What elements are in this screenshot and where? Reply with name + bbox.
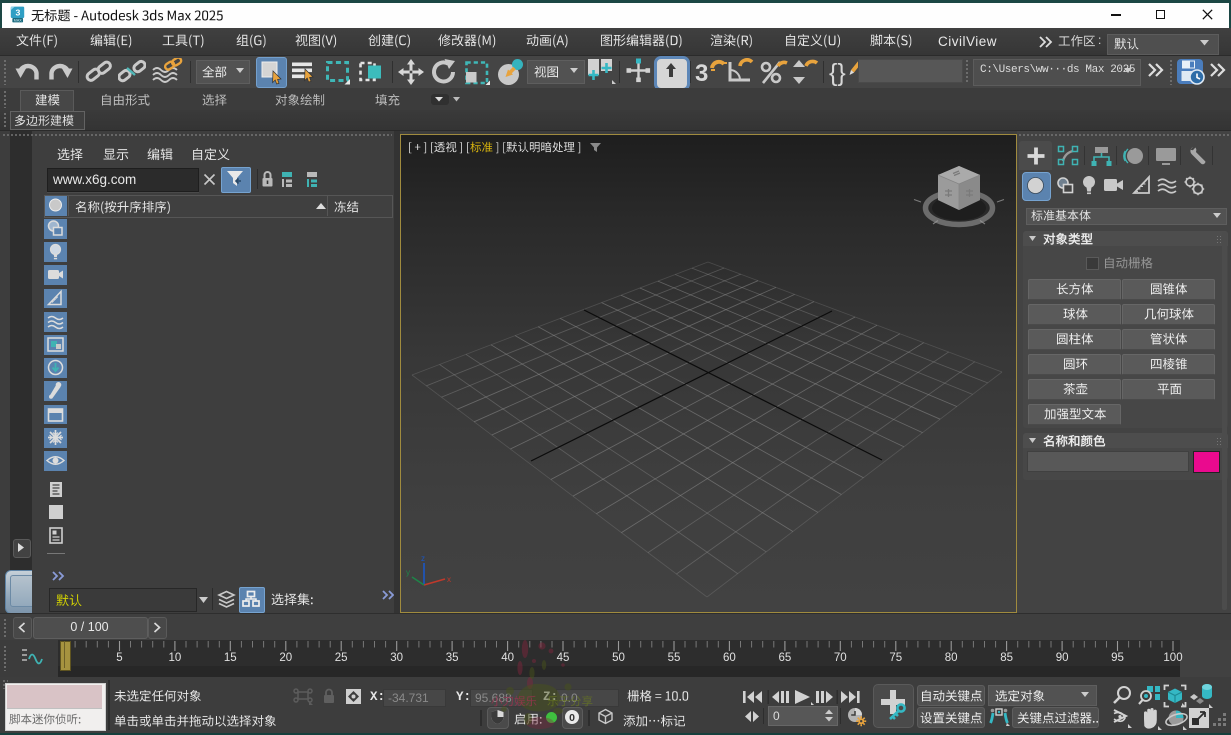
svg-text:{}: {} xyxy=(829,59,846,86)
svg-text:y: y xyxy=(406,568,410,577)
svg-text:z: z xyxy=(421,554,425,563)
svg-text:3: 3 xyxy=(15,8,20,18)
svg-text:x: x xyxy=(447,575,451,584)
svg-text:MAX: MAX xyxy=(14,19,22,23)
svg-text:3: 3 xyxy=(695,60,708,86)
